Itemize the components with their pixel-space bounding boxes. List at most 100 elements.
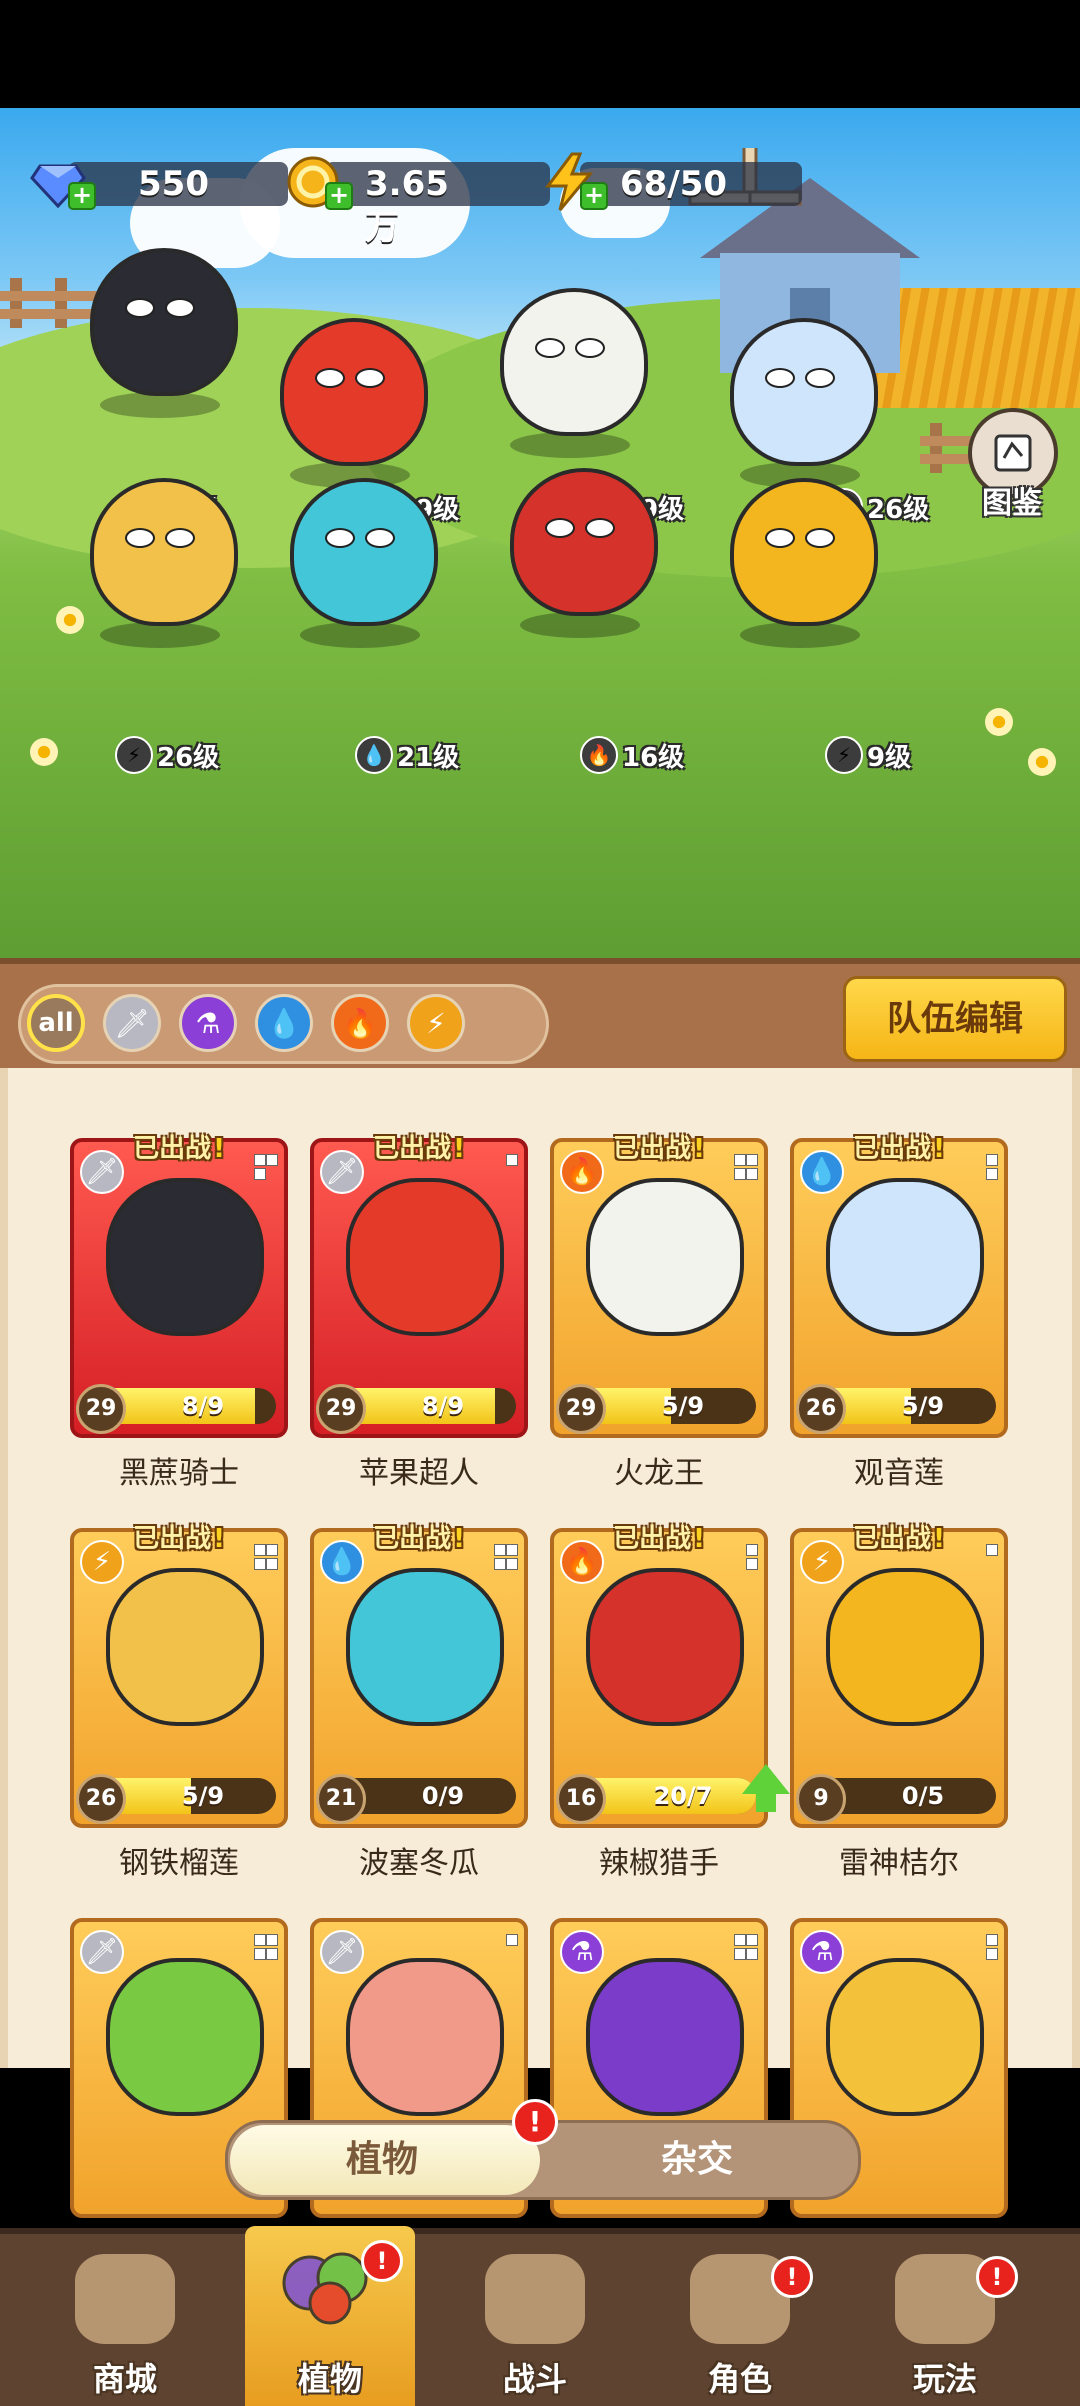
plant-card-grid[interactable]: 🗡已出战298/9黑蔗骑士🗡已出战298/9苹果超人🔥已出战295/9火龙王💧已… bbox=[0, 1068, 1080, 2218]
water-icon: 💧 bbox=[800, 1150, 844, 1194]
nav-label: 商城 bbox=[92, 2360, 157, 2398]
nav-label: 植物 bbox=[297, 2360, 362, 2398]
add-energy-icon[interactable]: + bbox=[580, 182, 608, 210]
card-level: 21 bbox=[316, 1774, 366, 1824]
tier-mark bbox=[734, 1948, 746, 1960]
deployed-badge: 已出战 bbox=[853, 1128, 945, 1165]
gems-value: 550 bbox=[138, 164, 209, 204]
filter-all[interactable]: all bbox=[27, 994, 85, 1052]
category-toggle: 植物 杂交 ! bbox=[225, 2099, 861, 2200]
tier-mark bbox=[746, 1934, 758, 1946]
plant-eyes bbox=[535, 338, 605, 358]
plant-sprite bbox=[90, 248, 238, 396]
tier-mark bbox=[266, 1948, 278, 1960]
tier-mark bbox=[266, 1544, 278, 1556]
filter-water[interactable]: 💧 bbox=[255, 994, 313, 1052]
filter-lightning[interactable]: ⚡ bbox=[407, 994, 465, 1052]
lightning-icon: ⚡ bbox=[80, 1540, 124, 1584]
plant-card[interactable]: 💧已出战265/9观音莲 bbox=[790, 1134, 1008, 1491]
plant-eyes bbox=[765, 528, 835, 548]
nav-item-plants[interactable]: 植物! bbox=[245, 2226, 415, 2406]
lightning-icon: ⚡ bbox=[426, 1006, 446, 1040]
filter-fire[interactable]: 🔥 bbox=[331, 994, 389, 1052]
deployed-badge: 已出战 bbox=[613, 1128, 705, 1165]
plant-eyes bbox=[545, 518, 615, 538]
plant-sprite bbox=[90, 478, 238, 626]
card-level: 16 bbox=[556, 1774, 606, 1824]
lightning-icon: ⚡ bbox=[115, 736, 153, 774]
deployed-badge: 已出战 bbox=[373, 1518, 465, 1555]
plant-card[interactable]: 🗡已出战298/9苹果超人 bbox=[310, 1134, 528, 1491]
nav-item-battle[interactable]: 战斗 bbox=[450, 2242, 620, 2406]
water-icon: 💧 bbox=[320, 1540, 364, 1584]
team-edit-button[interactable]: 队伍编辑 bbox=[843, 976, 1067, 1062]
plant-portrait bbox=[586, 1568, 744, 1726]
fire-icon: 🔥 bbox=[342, 1006, 378, 1040]
plant-card[interactable]: ⚡已出战265/9钢铁榴莲 bbox=[70, 1524, 288, 1881]
lineup-plant[interactable] bbox=[60, 458, 260, 658]
tier-marks bbox=[254, 1154, 278, 1180]
plant-name: 辣椒猎手 bbox=[599, 1846, 719, 1881]
water-icon: 💧 bbox=[355, 736, 393, 774]
plant-card[interactable]: 🗡已出战298/9黑蔗骑士 bbox=[70, 1134, 288, 1491]
tier-mark bbox=[986, 1934, 998, 1946]
tier-mark bbox=[986, 1544, 998, 1556]
add-gems-icon[interactable]: + bbox=[68, 182, 96, 210]
tier-mark bbox=[506, 1934, 518, 1946]
nav-item-shop[interactable]: 商城 bbox=[40, 2242, 210, 2406]
plant-card[interactable]: 💧已出战210/9波塞冬瓜 bbox=[310, 1524, 528, 1881]
plant-portrait bbox=[346, 1568, 504, 1726]
level-text: 16级 bbox=[622, 742, 685, 773]
nav-item-gameplay[interactable]: 玩法! bbox=[860, 2242, 1030, 2406]
add-coins-icon[interactable]: + bbox=[325, 182, 353, 210]
lineup-plant[interactable] bbox=[700, 458, 900, 658]
status-bar bbox=[0, 0, 1080, 108]
lineup-plant[interactable] bbox=[480, 448, 680, 648]
tier-marks bbox=[986, 1934, 998, 1960]
plant-portrait bbox=[106, 1568, 264, 1726]
level-text: 9级 bbox=[867, 742, 912, 773]
plant-name: 波塞冬瓜 bbox=[359, 1846, 479, 1881]
tier-mark bbox=[506, 1154, 518, 1166]
alert-icon: ! bbox=[976, 2256, 1018, 2298]
tier-mark bbox=[494, 1558, 506, 1570]
tier-mark bbox=[986, 1948, 998, 1960]
tab-plants[interactable]: 植物 bbox=[346, 2123, 418, 2197]
lineup-plant[interactable] bbox=[470, 268, 670, 468]
filter-bar: all 🗡 ⚗ 💧 🔥 ⚡ 队伍编辑 bbox=[0, 958, 1080, 1074]
shard-count: 0/9 bbox=[421, 1782, 465, 1810]
alert-icon: ! bbox=[771, 2256, 813, 2298]
element-filters: all 🗡 ⚗ 💧 🔥 ⚡ bbox=[18, 984, 549, 1064]
level-text: 21级 bbox=[397, 742, 460, 773]
card-level: 26 bbox=[76, 1774, 126, 1824]
tier-mark bbox=[254, 1154, 266, 1166]
sword-icon: 🗡 bbox=[320, 1150, 364, 1194]
plant-card[interactable]: 🔥已出战1620/7辣椒猎手 bbox=[550, 1524, 790, 1881]
plant-card[interactable]: 🔥已出战295/9火龙王 bbox=[550, 1134, 768, 1491]
plant-sprite bbox=[510, 468, 658, 616]
tier-mark bbox=[506, 1544, 518, 1556]
flower bbox=[1028, 748, 1056, 776]
plant-portrait bbox=[346, 1178, 504, 1336]
potion-icon: ⚗ bbox=[800, 1930, 844, 1974]
sword-icon: 🗡 bbox=[80, 1930, 124, 1974]
plant-portrait bbox=[826, 1958, 984, 2116]
shard-count: 8/9 bbox=[421, 1392, 465, 1420]
plant-name: 钢铁榴莲 bbox=[119, 1846, 239, 1881]
plant-card[interactable]: ⚡已出战90/5雷神桔尔 bbox=[790, 1524, 1008, 1881]
upgrade-arrow-icon bbox=[742, 1764, 790, 1794]
filter-sword[interactable]: 🗡 bbox=[103, 994, 161, 1052]
codex-button[interactable]: 图鉴 bbox=[968, 408, 1058, 521]
tier-marks bbox=[494, 1544, 518, 1570]
water-icon: 💧 bbox=[266, 1006, 302, 1040]
coins-value: 3.65万 bbox=[365, 164, 449, 248]
filter-potion[interactable]: ⚗ bbox=[179, 994, 237, 1052]
lineup-plant[interactable] bbox=[60, 228, 260, 428]
tier-mark bbox=[266, 1154, 278, 1166]
tier-marks bbox=[746, 1544, 758, 1570]
level-text: 26级 bbox=[157, 742, 220, 773]
tab-hybrid[interactable]: 杂交 bbox=[661, 2123, 733, 2197]
plant-portrait bbox=[106, 1178, 264, 1336]
lineup-plant[interactable] bbox=[260, 458, 460, 658]
nav-item-character[interactable]: 角色! bbox=[655, 2242, 825, 2406]
